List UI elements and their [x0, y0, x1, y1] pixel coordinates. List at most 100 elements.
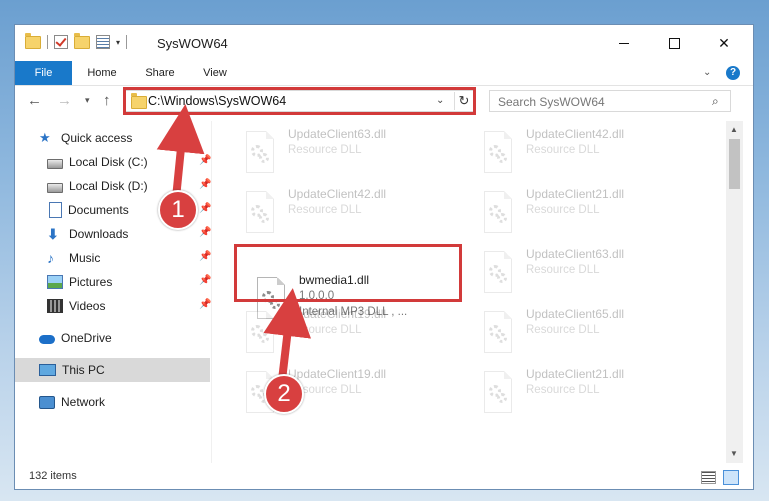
status-bar: 132 items — [15, 465, 753, 489]
file-name: UpdateClient19.dll — [288, 367, 387, 381]
disk-icon — [47, 183, 63, 193]
file-description: Resource DLL — [526, 204, 600, 216]
file-item[interactable]: UpdateClient63.dll Resource DLL — [236, 125, 466, 181]
step-1-badge: 1 — [158, 190, 198, 230]
separator — [47, 35, 48, 49]
pin-icon: 📌 — [199, 203, 212, 214]
file-description: Resource DLL — [526, 324, 600, 336]
file-item[interactable]: UpdateClient42.dll Resource DLL — [474, 125, 704, 181]
tab-file[interactable]: File — [15, 61, 72, 85]
sidebar-item-label: Local Disk (C:) — [69, 155, 148, 169]
properties-check-icon[interactable] — [54, 35, 68, 49]
new-folder-icon[interactable] — [74, 32, 90, 49]
large-icons-view-icon[interactable] — [723, 470, 739, 485]
file-name: UpdateClient42.dll — [526, 127, 625, 141]
pin-icon: 📌 — [199, 299, 212, 310]
file-description: Resource DLL — [288, 144, 362, 156]
file-item[interactable]: UpdateClient21.dll Resource DLL — [474, 365, 704, 421]
file-name: UpdateClient19.dll — [288, 307, 387, 321]
sidebar-item-onedrive[interactable]: OneDrive — [15, 326, 234, 350]
pictures-icon — [47, 275, 63, 289]
dll-file-icon — [480, 131, 514, 173]
sidebar-item-local-disk-d[interactable]: Local Disk (D:) 📌 — [15, 174, 242, 198]
file-name: UpdateClient63.dll — [526, 247, 625, 261]
sidebar-item-label: Quick access — [61, 131, 133, 145]
sidebar-item-label: Downloads — [69, 227, 129, 241]
maximize-button[interactable] — [651, 29, 697, 57]
expand-ribbon-icon[interactable]: ⌄ — [703, 67, 711, 78]
file-item[interactable]: UpdateClient65.dll Resource DLL — [474, 305, 704, 361]
file-description: Resource DLL — [526, 264, 600, 276]
sidebar-item-this-pc[interactable]: This PC — [15, 358, 210, 382]
navigation-pane: ★ Quick access Local Disk (C:) 📌 Local D… — [15, 121, 211, 463]
close-button[interactable]: ✕ — [701, 29, 747, 57]
search-icon[interactable]: ⌕ — [712, 94, 719, 109]
rename-icon[interactable] — [96, 35, 110, 49]
minimize-button[interactable] — [601, 29, 647, 57]
sidebar-item-pictures[interactable]: Pictures 📌 — [15, 270, 242, 294]
file-name: UpdateClient21.dll — [526, 367, 625, 381]
tab-share[interactable]: Share — [137, 61, 183, 85]
sidebar-item-label: Network — [61, 395, 106, 409]
sidebar-item-label: Documents — [68, 203, 129, 217]
quick-access-toolbar: ▾ — [25, 32, 128, 49]
scroll-up-icon[interactable]: ▲ — [730, 125, 738, 134]
file-description: Resource DLL — [288, 324, 362, 336]
scroll-down-icon[interactable]: ▼ — [730, 449, 738, 458]
pin-icon: 📌 — [199, 179, 212, 190]
maximize-icon — [668, 37, 680, 49]
dll-file-icon — [480, 191, 514, 233]
sidebar-item-videos[interactable]: Videos 📌 — [15, 294, 242, 318]
recent-locations-icon[interactable]: ▾ — [85, 95, 90, 106]
details-view-icon[interactable] — [701, 471, 716, 484]
customize-toolbar-caret-icon[interactable]: ▾ — [116, 38, 120, 47]
title-bar: ▾ SysWOW64 ✕ — [15, 25, 753, 61]
file-highlight — [234, 244, 462, 302]
file-item[interactable]: UpdateClient19.dll Resource DLL — [236, 305, 466, 361]
sidebar-item-network[interactable]: Network — [15, 390, 234, 414]
dll-file-icon — [480, 371, 514, 413]
back-button[interactable]: ← — [27, 92, 42, 109]
ribbon-tabs: File Home Share View ⌄ ? — [15, 61, 753, 86]
file-item[interactable]: UpdateClient63.dll Resource DLL — [474, 245, 704, 301]
minimize-icon — [619, 42, 629, 44]
file-item[interactable]: UpdateClient42.dll Resource DLL — [236, 185, 466, 241]
documents-icon — [49, 202, 62, 218]
sidebar-item-label: OneDrive — [61, 331, 112, 345]
forward-button[interactable]: → — [57, 92, 72, 109]
address-highlight — [123, 87, 476, 115]
sidebar-item-label: This PC — [62, 363, 105, 377]
tab-home[interactable]: Home — [77, 61, 127, 85]
pin-icon: 📌 — [199, 155, 212, 166]
dll-file-icon — [480, 251, 514, 293]
vertical-scrollbar[interactable]: ▲ ▼ — [726, 121, 743, 463]
file-item[interactable]: UpdateClient21.dll Resource DLL — [474, 185, 704, 241]
help-icon[interactable]: ? — [726, 66, 740, 80]
file-description: Resource DLL — [288, 204, 362, 216]
disk-icon — [47, 159, 63, 169]
sidebar-item-local-disk-c[interactable]: Local Disk (C:) 📌 — [15, 150, 242, 174]
file-name: UpdateClient21.dll — [526, 187, 625, 201]
sidebar-item-music[interactable]: ♪ Music 📌 — [15, 246, 242, 270]
sidebar-item-quick-access[interactable]: ★ Quick access — [15, 126, 234, 150]
dll-file-icon — [242, 311, 276, 353]
downloads-icon: ⬇ — [47, 226, 59, 242]
sidebar-item-label: Local Disk (D:) — [69, 179, 148, 193]
tab-view[interactable]: View — [193, 61, 237, 85]
scrollbar-thumb[interactable] — [729, 139, 740, 189]
step-2-badge: 2 — [264, 374, 304, 414]
sidebar-item-label: Pictures — [69, 275, 113, 289]
up-button[interactable]: ↑ — [103, 92, 111, 109]
network-icon — [39, 395, 55, 409]
close-icon: ✕ — [718, 34, 730, 51]
dll-file-icon — [242, 191, 276, 233]
pin-icon: 📌 — [199, 275, 212, 286]
sidebar-item-label: Music — [69, 251, 101, 265]
sidebar-item-documents[interactable]: Documents 📌 — [15, 198, 244, 222]
star-icon: ★ — [39, 130, 51, 145]
file-name: UpdateClient42.dll — [288, 187, 387, 201]
item-count: 132 items — [29, 470, 77, 482]
folder-icon — [25, 32, 41, 49]
search-input[interactable]: Search SysWOW64 ⌕ — [489, 90, 731, 112]
sidebar-item-downloads[interactable]: ⬇ Downloads 📌 — [15, 222, 242, 246]
